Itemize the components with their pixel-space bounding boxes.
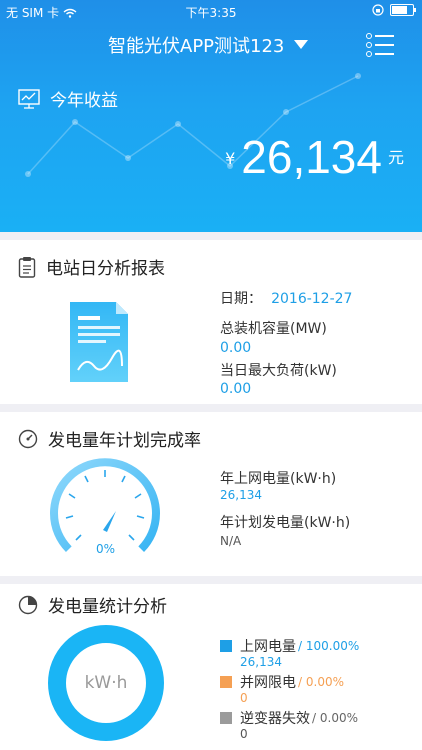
grid-energy-label: 年上网电量(kW·h)	[220, 471, 337, 487]
plan-header: 发电量年计划完成率	[18, 426, 201, 451]
legend-item: 并网限电 / 0.00%	[220, 672, 344, 692]
income-label-row: 今年收益	[18, 86, 118, 111]
legend-value: 26,134	[240, 655, 282, 669]
legend-color-swatch	[220, 640, 232, 652]
load-value: 0.00	[220, 381, 252, 397]
legend-separator: /	[298, 675, 303, 689]
annual-plan-card[interactable]: 发电量年计划完成率 0% 年上网电量(kW·h) 26,134 年计划发电量(k…	[0, 412, 422, 576]
status-time: 下午3:35	[185, 6, 237, 20]
legend-separator: /	[298, 639, 303, 653]
stats-title: 发电量统计分析	[48, 597, 167, 617]
report-date-row: 日期： 2016-12-27	[220, 288, 352, 308]
chart-board-icon	[18, 88, 40, 109]
plan-title: 发电量年计划完成率	[48, 431, 201, 451]
income-label: 今年收益	[50, 91, 118, 111]
legend-name: 并网限电	[240, 675, 296, 691]
donut-unit: kW·h	[84, 673, 128, 693]
clipboard-icon	[18, 256, 36, 278]
legend-item: 逆变器失效 / 0.00%	[220, 708, 358, 728]
currency-symbol: ¥	[225, 149, 236, 168]
energy-stats-card[interactable]: 发电量统计分析 kW·h 上网电量 / 100.00% 26,134 并网限电 …	[0, 584, 422, 750]
legend-percent: 100.00%	[305, 639, 360, 653]
legend-color-swatch	[220, 676, 232, 688]
load-label: 当日最大负荷(kW)	[220, 363, 337, 379]
planned-energy-value: N/A	[220, 534, 242, 548]
date-value: 2016-12-27	[271, 291, 353, 307]
menu-button[interactable]	[366, 32, 394, 57]
legend-item: 上网电量 / 100.00%	[220, 636, 359, 656]
income-amount: ¥ 26,134 元	[225, 134, 404, 180]
income-hero: 无 SIM 卡 下午3:35 智能光伏APP测试123 今年收益 ¥ 26,13…	[0, 0, 422, 232]
income-value: 26,134	[241, 131, 382, 183]
date-label: 日期：	[220, 291, 262, 307]
legend-color-swatch	[220, 712, 232, 724]
report-document-icon	[70, 302, 128, 382]
legend-value: 0	[240, 691, 248, 705]
legend-percent: 0.00%	[305, 675, 344, 689]
stats-header: 发电量统计分析	[18, 592, 167, 617]
daily-report-card[interactable]: 电站日分析报表 日期： 2016-12-27 总装机容量(MW) 0.00 当日…	[0, 240, 422, 404]
capacity-label: 总装机容量(MW)	[220, 321, 327, 337]
capacity-value: 0.00	[220, 340, 252, 356]
legend-name: 逆变器失效	[240, 711, 310, 727]
pie-chart-icon	[18, 595, 38, 614]
grid-energy-value: 26,134	[220, 488, 262, 502]
page-title: 智能光伏APP测试123	[108, 36, 285, 57]
caret-down-icon	[294, 40, 309, 49]
report-header: 电站日分析报表	[18, 254, 165, 279]
planned-energy-label: 年计划发电量(kW·h)	[220, 515, 351, 531]
report-title: 电站日分析报表	[46, 259, 165, 279]
legend-value: 0	[240, 727, 248, 741]
legend-percent: 0.00%	[319, 711, 358, 725]
menu-icon	[366, 33, 372, 39]
app-header: 智能光伏APP测试123	[0, 22, 422, 68]
income-unit: 元	[387, 148, 404, 167]
legend-name: 上网电量	[240, 639, 296, 655]
battery-icon	[390, 4, 416, 16]
status-bar: 无 SIM 卡 下午3:35	[0, 0, 422, 22]
legend-separator: /	[312, 711, 317, 725]
gauge-icon	[18, 429, 38, 448]
rotation-lock-icon	[372, 4, 384, 16]
station-selector[interactable]: 智能光伏APP测试123	[108, 32, 309, 58]
divider	[0, 404, 422, 412]
gauge-percent: 0%	[96, 542, 116, 556]
divider	[0, 576, 422, 584]
divider	[0, 232, 422, 240]
